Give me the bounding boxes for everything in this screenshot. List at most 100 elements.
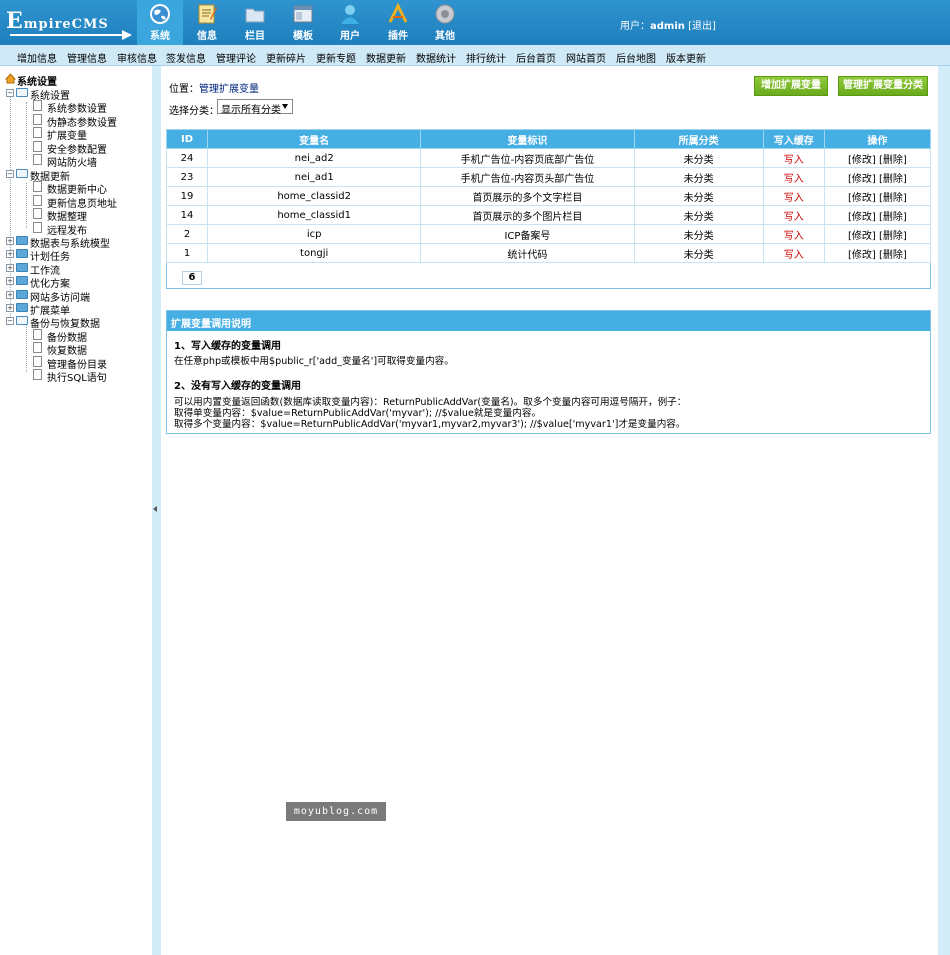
table-row: 14 home_classid1 首页展示的多个图片栏目 未分类 写入 [修改]… bbox=[165, 205, 932, 225]
manage-category-button[interactable]: 管理扩展变量分类 bbox=[838, 76, 928, 96]
subnav-item[interactable]: 网站首页 bbox=[566, 50, 606, 65]
tree-root-label: 系统设置 bbox=[17, 77, 57, 88]
document-icon bbox=[33, 369, 42, 380]
document-icon bbox=[33, 100, 42, 111]
tools-icon bbox=[388, 3, 408, 23]
subnav-item[interactable]: 后台地图 bbox=[616, 50, 656, 65]
document-icon bbox=[33, 114, 42, 125]
collapse-arrow-icon[interactable] bbox=[153, 506, 157, 512]
cell-actions[interactable]: [修改] [删除] bbox=[823, 167, 932, 187]
sub-nav: 增加信息 管理信息 审核信息 签发信息 管理评论 更新碎片 更新专题 数据更新 … bbox=[0, 45, 950, 66]
document-icon bbox=[33, 222, 42, 233]
folder-icon bbox=[16, 303, 28, 312]
subnav-item[interactable]: 审核信息 bbox=[117, 50, 157, 65]
document-icon bbox=[33, 195, 42, 206]
cell-actions[interactable]: [修改] [删除] bbox=[823, 224, 932, 244]
subnav-item[interactable]: 管理评论 bbox=[216, 50, 256, 65]
subnav-item[interactable]: 更新专题 bbox=[316, 50, 356, 65]
col-header: ID bbox=[165, 129, 209, 149]
user-info: 用户：admin [退出] bbox=[620, 17, 716, 32]
document-icon bbox=[33, 181, 42, 192]
category-select[interactable]: 显示所有分类 bbox=[217, 99, 293, 116]
add-variable-button[interactable]: 增加扩展变量 bbox=[754, 76, 828, 96]
cell-cache: 写入 bbox=[762, 224, 825, 244]
cell-cache: 写入 bbox=[762, 186, 825, 206]
breadcrumb-link[interactable]: 管理扩展变量 bbox=[199, 84, 259, 95]
cell-category: 未分类 bbox=[633, 243, 764, 263]
col-header: 操作 bbox=[823, 129, 932, 149]
table-row: 24 nei_ad2 手机广告位-内容页底部广告位 未分类 写入 [修改] [删… bbox=[165, 148, 932, 168]
document-icon bbox=[33, 356, 42, 367]
tab-user[interactable]: 用户 bbox=[327, 0, 373, 45]
window-template-icon bbox=[293, 5, 313, 23]
cell-name: nei_ad2 bbox=[207, 148, 422, 168]
cell-cache: 写入 bbox=[762, 243, 825, 263]
document-icon bbox=[33, 342, 42, 353]
cell-actions[interactable]: [修改] [删除] bbox=[823, 205, 932, 225]
cell-name: home_classid2 bbox=[207, 186, 422, 206]
logout-link[interactable]: [退出] bbox=[688, 21, 716, 32]
subnav-item[interactable]: 数据统计 bbox=[416, 50, 456, 65]
subnav-item[interactable]: 管理信息 bbox=[67, 50, 107, 65]
cell-label: 手机广告位-内容页底部广告位 bbox=[420, 148, 635, 168]
top-bar: EmpireCMS 系统 信息 栏目 模板 用户 插件 其他 用户：admin … bbox=[0, 0, 950, 45]
cell-actions[interactable]: [修改] [删除] bbox=[823, 148, 932, 168]
help-section-1-text: 在任意php或模板中用$public_r['add_变量名']可取得变量内容。 bbox=[174, 356, 454, 367]
table-header-row: ID 变量名 变量标识 所属分类 写入缓存 操作 bbox=[165, 129, 932, 149]
tab-info[interactable]: 信息 bbox=[184, 0, 230, 45]
category-filter: 选择分类： 显示所有分类 bbox=[169, 99, 293, 117]
variables-table: ID 变量名 变量标识 所属分类 写入缓存 操作 24 nei_ad2 手机广告… bbox=[165, 129, 932, 263]
tab-other[interactable]: 其他 bbox=[422, 0, 468, 45]
subnav-item[interactable]: 增加信息 bbox=[17, 50, 57, 65]
cell-id: 19 bbox=[165, 186, 209, 206]
tab-label: 其他 bbox=[435, 31, 455, 42]
help-panel: 扩展变量调用说明 1、写入缓存的变量调用 在任意php或模板中用$public_… bbox=[166, 310, 931, 434]
tab-system[interactable]: 系统 bbox=[137, 0, 183, 45]
tab-column[interactable]: 栏目 bbox=[232, 0, 278, 45]
subnav-item[interactable]: 版本更新 bbox=[666, 50, 706, 65]
cell-id: 2 bbox=[165, 224, 209, 244]
document-icon bbox=[33, 154, 42, 165]
document-icon bbox=[33, 127, 42, 138]
home-icon bbox=[5, 73, 16, 84]
subnav-item[interactable]: 更新碎片 bbox=[266, 50, 306, 65]
cell-label: 首页展示的多个文字栏目 bbox=[420, 186, 635, 206]
cell-cache: 写入 bbox=[762, 148, 825, 168]
tab-label: 用户 bbox=[340, 31, 360, 42]
cell-name: nei_ad1 bbox=[207, 167, 422, 187]
cell-category: 未分类 bbox=[633, 167, 764, 187]
cell-label: ICP备案号 bbox=[420, 224, 635, 244]
tab-label: 模板 bbox=[293, 31, 313, 42]
folder-icon bbox=[16, 263, 28, 272]
tab-label: 栏目 bbox=[245, 31, 265, 42]
col-header: 变量标识 bbox=[420, 129, 635, 149]
cell-actions[interactable]: [修改] [删除] bbox=[823, 186, 932, 206]
pager-count[interactable]: 6 bbox=[182, 271, 202, 285]
folder-open-icon bbox=[16, 316, 28, 325]
cell-id: 23 bbox=[165, 167, 209, 187]
cell-category: 未分类 bbox=[633, 186, 764, 206]
sidebar-splitter[interactable] bbox=[152, 66, 161, 955]
user-icon bbox=[341, 5, 359, 24]
cell-actions[interactable]: [修改] [删除] bbox=[823, 243, 932, 263]
globe-icon bbox=[150, 4, 170, 24]
subnav-item[interactable]: 数据更新 bbox=[366, 50, 406, 65]
subnav-item[interactable]: 后台首页 bbox=[516, 50, 556, 65]
logo: EmpireCMS bbox=[6, 6, 132, 40]
help-title: 扩展变量调用说明 bbox=[167, 311, 930, 331]
cell-category: 未分类 bbox=[633, 148, 764, 168]
username: admin bbox=[650, 21, 685, 32]
subnav-item[interactable]: 排行统计 bbox=[466, 50, 506, 65]
tab-template[interactable]: 模板 bbox=[280, 0, 326, 45]
folder-open-icon bbox=[16, 169, 28, 178]
tab-plugin[interactable]: 插件 bbox=[375, 0, 421, 45]
cell-id: 14 bbox=[165, 205, 209, 225]
tab-label: 信息 bbox=[197, 31, 217, 42]
col-header: 写入缓存 bbox=[762, 129, 825, 149]
cell-category: 未分类 bbox=[633, 205, 764, 225]
folder-icon bbox=[16, 249, 28, 258]
notepad-icon bbox=[198, 4, 217, 24]
folder-icon bbox=[16, 236, 28, 245]
subnav-item[interactable]: 签发信息 bbox=[166, 50, 206, 65]
cell-label: 首页展示的多个图片栏目 bbox=[420, 205, 635, 225]
